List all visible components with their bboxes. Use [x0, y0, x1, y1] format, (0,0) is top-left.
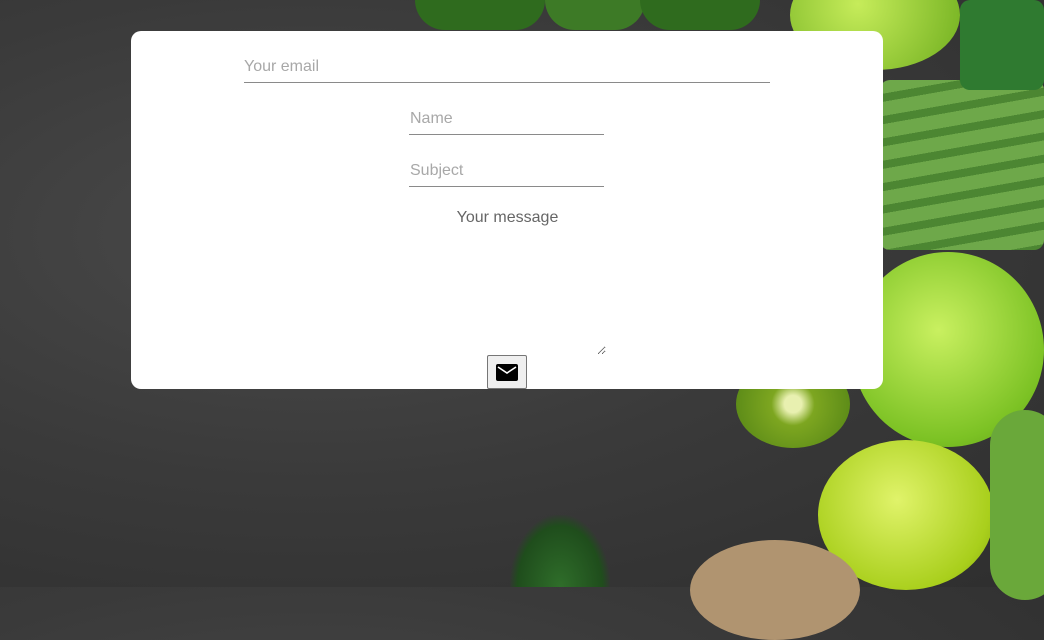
name-field[interactable]	[409, 109, 604, 135]
asparagus-decoration	[880, 80, 1044, 250]
herbs-decoration	[960, 0, 1044, 90]
kiwi-decoration	[690, 540, 860, 640]
message-textarea[interactable]	[409, 203, 606, 355]
email-field[interactable]	[244, 57, 770, 83]
dill-decoration	[510, 515, 610, 587]
lettuce-decoration	[990, 410, 1044, 600]
subject-field[interactable]	[409, 161, 604, 187]
mail-icon	[496, 363, 518, 381]
send-button[interactable]	[487, 355, 527, 389]
cucumber-decoration	[640, 0, 760, 30]
cucumber-decoration	[545, 0, 645, 30]
cucumber-decoration	[415, 0, 545, 30]
